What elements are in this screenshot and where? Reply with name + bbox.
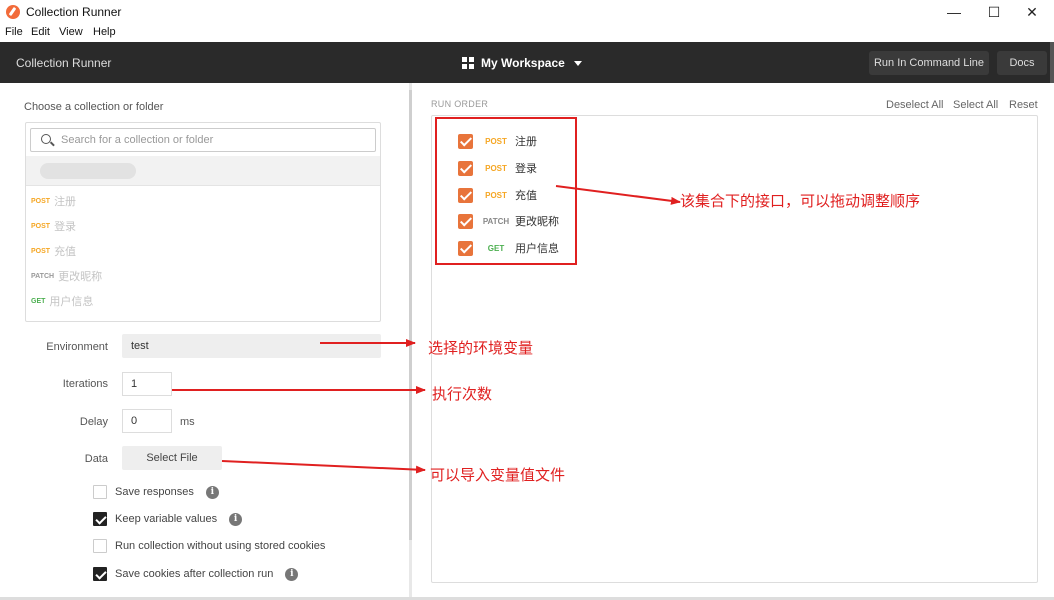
collection-request-item[interactable]: GET 用户信息 <box>31 293 93 309</box>
menu-bar: File Edit View Help <box>0 24 1054 42</box>
save-cookies-checkbox[interactable] <box>93 567 107 581</box>
deselect-all-link[interactable]: Deselect All <box>886 99 943 111</box>
annotation-iter: 执行次数 <box>432 385 493 403</box>
menu-view[interactable]: View <box>59 26 83 38</box>
collection-runner-window: Collection Runner — ☐ ✕ File Edit View H… <box>0 0 1054 600</box>
annotation-order: 该集合下的接口，可以拖动调整顺序 <box>680 192 921 210</box>
runner-settings-panel: Choose a collection or folder POST 注册 PO… <box>0 83 409 600</box>
workspace-label: My Workspace <box>481 56 565 70</box>
docs-button[interactable]: Docs <box>997 51 1047 75</box>
collection-picker: POST 注册 POST 登录 POST 充值 PATCH 更改昵称 GET 用… <box>25 122 381 322</box>
annotation-env: 选择的环境变量 <box>428 339 534 357</box>
workspace-switcher[interactable]: My Workspace <box>462 55 582 71</box>
annotation-data: 可以导入变量值文件 <box>430 466 566 484</box>
run-in-command-line-button[interactable]: Run In Command Line <box>869 51 989 75</box>
search-input[interactable] <box>61 132 371 148</box>
reset-link[interactable]: Reset <box>1009 99 1038 111</box>
request-name: 用户信息 <box>49 296 94 308</box>
option-label: Keep variable values <box>115 513 218 525</box>
iterations-label: Iterations <box>62 378 108 390</box>
no-stored-cookies-option[interactable]: Run collection without using stored cook… <box>93 538 325 554</box>
request-name: 更改昵称 <box>58 271 103 283</box>
option-label: Run collection without using stored cook… <box>115 540 326 552</box>
request-name: 注册 <box>54 196 77 208</box>
info-icon[interactable]: i <box>285 567 299 581</box>
delay-unit: ms <box>180 416 195 428</box>
selected-collection-row[interactable] <box>26 156 380 186</box>
delay-label: Delay <box>79 416 108 428</box>
no-stored-cookies-checkbox[interactable] <box>93 539 107 553</box>
environment-label: Environment <box>46 341 108 353</box>
info-icon[interactable]: i <box>229 512 243 526</box>
highlight-box <box>435 117 577 265</box>
caret-down-icon <box>573 60 582 66</box>
postman-logo-icon <box>6 5 20 19</box>
save-responses-option[interactable]: Save responses i <box>93 484 219 500</box>
page-title: Collection Runner <box>16 56 112 70</box>
collection-name-blurred <box>40 163 136 179</box>
collection-request-item[interactable]: POST 注册 <box>31 193 76 209</box>
minimize-button[interactable]: — <box>936 0 972 24</box>
info-icon[interactable]: i <box>205 485 219 499</box>
keep-variable-values-option[interactable]: Keep variable values i <box>93 511 243 527</box>
maximize-button[interactable]: ☐ <box>976 0 1012 24</box>
run-order-heading: RUN ORDER <box>431 99 489 109</box>
save-cookies-option[interactable]: Save cookies after collection run i <box>93 566 299 582</box>
iterations-input[interactable] <box>122 372 172 396</box>
choose-collection-label: Choose a collection or folder <box>24 101 164 113</box>
header-edge <box>1050 42 1054 83</box>
method-badge: PATCH <box>31 272 55 280</box>
window-title: Collection Runner <box>26 5 122 19</box>
select-all-link[interactable]: Select All <box>953 99 998 111</box>
method-badge: GET <box>31 297 46 305</box>
menu-file[interactable]: File <box>5 26 23 38</box>
app-header: Collection Runner My Workspace Run In Co… <box>0 42 1054 83</box>
collection-request-item[interactable]: POST 充值 <box>31 243 76 259</box>
workspace-grid-icon <box>462 57 474 69</box>
keep-variable-values-checkbox[interactable] <box>93 512 107 526</box>
environment-select[interactable]: test <box>122 334 381 358</box>
collection-search[interactable] <box>30 128 376 152</box>
method-badge: POST <box>31 247 51 255</box>
menu-edit[interactable]: Edit <box>31 26 50 38</box>
save-responses-checkbox[interactable] <box>93 485 107 499</box>
select-file-button[interactable]: Select File <box>122 446 222 470</box>
collection-request-item[interactable]: POST 登录 <box>31 218 76 234</box>
request-name: 充值 <box>54 246 77 258</box>
close-button[interactable]: ✕ <box>1014 0 1050 24</box>
menu-help[interactable]: Help <box>93 26 116 38</box>
delay-input[interactable] <box>122 409 172 433</box>
request-name: 登录 <box>54 221 77 233</box>
collection-request-item[interactable]: PATCH 更改昵称 <box>31 268 102 284</box>
method-badge: POST <box>31 197 51 205</box>
method-badge: POST <box>31 222 51 230</box>
option-label: Save responses <box>115 486 194 498</box>
option-label: Save cookies after collection run <box>115 568 274 580</box>
search-icon <box>41 134 51 144</box>
window-title-bar: Collection Runner — ☐ ✕ <box>0 0 1054 24</box>
data-label: Data <box>84 453 108 465</box>
